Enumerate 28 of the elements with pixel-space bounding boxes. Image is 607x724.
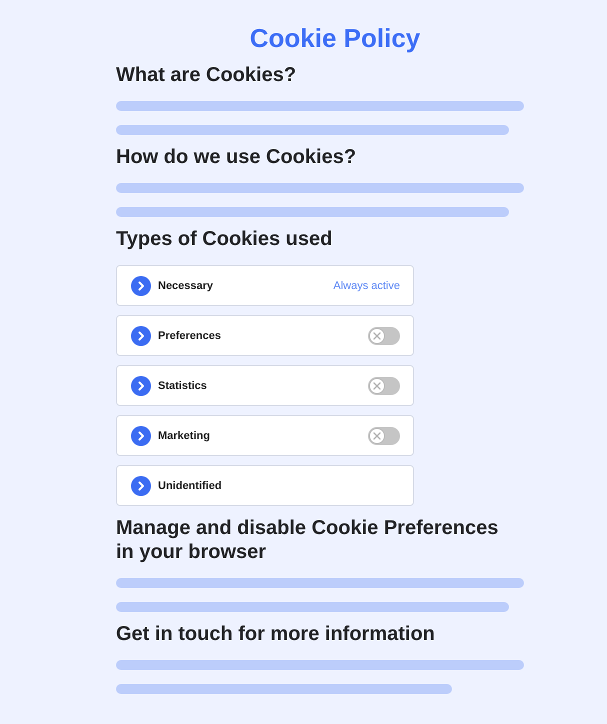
page-title: Cookie Policy xyxy=(248,22,422,54)
toggle-switch[interactable] xyxy=(368,426,400,444)
toggle-switch[interactable] xyxy=(368,376,400,394)
x-mark-icon xyxy=(369,378,385,394)
cookie-category-name: Marketing xyxy=(158,430,210,442)
chevron-icon[interactable] xyxy=(131,476,151,496)
x-mark-icon xyxy=(369,328,385,344)
cookie-category-card[interactable]: Statistics xyxy=(116,365,414,406)
cookie-category-card[interactable]: Unidentified xyxy=(116,465,414,506)
chevron-icon[interactable] xyxy=(131,426,151,446)
chevron-icon[interactable] xyxy=(131,376,151,396)
cookie-category-name: Unidentified xyxy=(158,480,222,492)
section-heading: Manage and disable Cookie Preferences in your browser xyxy=(116,516,500,564)
cookie-category-card[interactable]: Marketing xyxy=(116,415,414,456)
chevron-icon[interactable] xyxy=(131,276,151,296)
chevron-icon[interactable] xyxy=(131,326,151,346)
x-mark-icon xyxy=(369,428,385,444)
cookie-category-card[interactable]: Preferences xyxy=(116,315,414,356)
section-heading: What are Cookies? xyxy=(116,63,298,87)
cookie-category-name: Statistics xyxy=(158,380,207,392)
cookie-category-name: Preferences xyxy=(158,330,221,342)
status-label: Always active xyxy=(333,280,400,292)
cookie-category-card[interactable]: Necessary Always active xyxy=(116,265,414,306)
section-heading: Get in touch for more information xyxy=(116,622,436,646)
cookie-category-name: Necessary xyxy=(158,280,214,292)
section-heading: Types of Cookies used xyxy=(116,227,334,251)
toggle-switch[interactable] xyxy=(368,326,400,344)
section-heading: How do we use Cookies? xyxy=(116,145,358,169)
